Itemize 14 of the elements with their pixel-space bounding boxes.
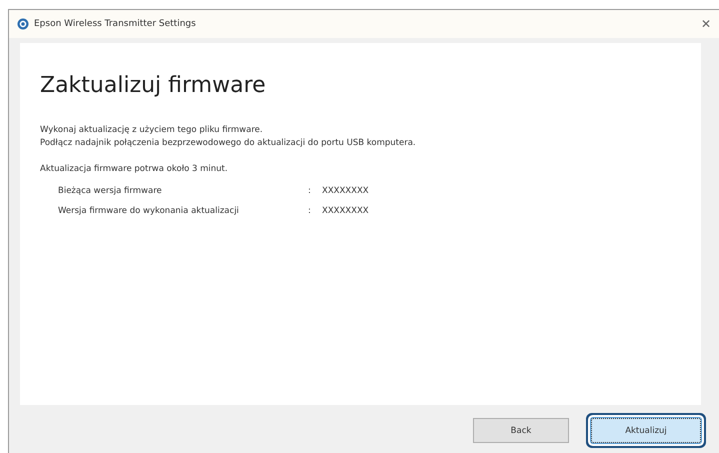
back-button[interactable]: Back (473, 418, 569, 443)
window-title: Epson Wireless Transmitter Settings (34, 19, 196, 29)
detail-value: XXXXXXXX (322, 186, 369, 196)
detail-label: Bieżąca wersja firmware (58, 186, 163, 196)
close-button[interactable]: ✕ (693, 11, 719, 37)
page-heading: Zaktualizuj firmware (40, 73, 267, 98)
separator-text: : (308, 206, 312, 216)
detail-label: Wersja firmware do wykonania aktualizacji (58, 206, 240, 216)
instruction-text: Podłącz nadajnik połączenia bezprzewodowego do aktualizacji do portu USB komputera. (40, 137, 417, 150)
duration-note: Aktualizacja firmware potrwa około 3 minut. (40, 163, 229, 176)
separator-text: : (308, 186, 312, 196)
app-icon (17, 18, 29, 30)
instruction-text: Wykonaj aktualizację z użyciem tego pliku firmware. (40, 124, 264, 137)
detail-value: XXXXXXXX (322, 206, 369, 216)
